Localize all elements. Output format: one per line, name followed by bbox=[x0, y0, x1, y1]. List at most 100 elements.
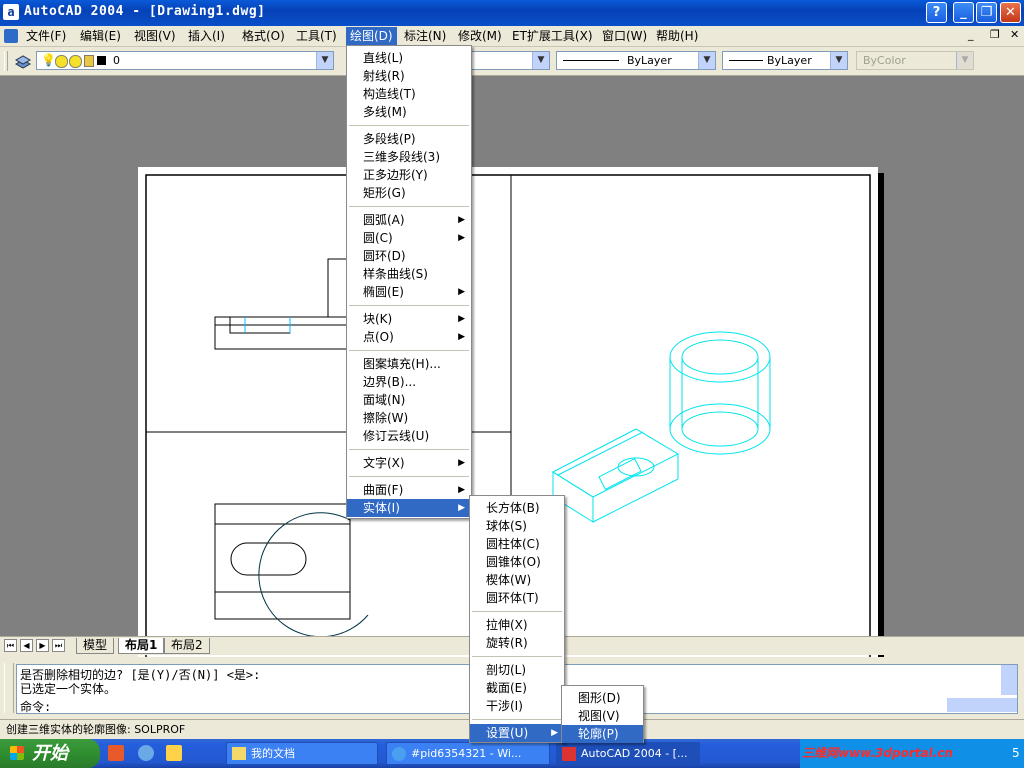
minimize-button[interactable]: _ bbox=[953, 2, 974, 23]
menu-item-label: 截面(E) bbox=[486, 681, 527, 695]
mdi-close-button[interactable]: ✕ bbox=[1010, 28, 1019, 41]
next-tab-button[interactable]: ▶ bbox=[36, 639, 49, 652]
close-button[interactable]: ✕ bbox=[1000, 2, 1021, 23]
start-button[interactable]: 开始 bbox=[0, 739, 100, 768]
chevron-down-icon[interactable]: ▼ bbox=[316, 52, 333, 69]
command-grip[interactable] bbox=[4, 663, 14, 713]
tab-layout1[interactable]: 布局1 bbox=[118, 638, 165, 654]
menu-3[interactable]: 插入(I) bbox=[184, 27, 229, 45]
draw-menu-item[interactable]: 三维多段线(3) bbox=[347, 148, 471, 166]
chevron-down-icon[interactable]: ▼ bbox=[532, 52, 549, 69]
quicklaunch-icon[interactable] bbox=[108, 745, 124, 761]
solids-menu-item[interactable]: 圆环体(T) bbox=[470, 589, 564, 607]
menu-0[interactable]: 文件(F) bbox=[22, 27, 70, 45]
document-icon[interactable] bbox=[4, 29, 18, 43]
menu-item-label: 轮廓(P) bbox=[578, 727, 619, 741]
draw-menu-item[interactable]: 面域(N) bbox=[347, 391, 471, 409]
solids-menu-item[interactable]: 圆锥体(O) bbox=[470, 553, 564, 571]
draw-menu-item[interactable]: 正多边形(Y) bbox=[347, 166, 471, 184]
draw-menu-item[interactable]: 多线(M) bbox=[347, 103, 471, 121]
taskbar-item-browser[interactable]: #pid6354321 - Wi... bbox=[386, 742, 550, 765]
color-combo[interactable]: ▼ bbox=[470, 51, 550, 70]
quicklaunch-icon[interactable] bbox=[166, 745, 182, 761]
solids-menu-item[interactable]: 截面(E) bbox=[470, 679, 564, 697]
taskbar-item-autocad[interactable]: AutoCAD 2004 - [... bbox=[556, 742, 700, 765]
solids-menu-item[interactable]: 圆柱体(C) bbox=[470, 535, 564, 553]
command-hscrollbar[interactable] bbox=[947, 698, 1017, 712]
draw-menu-item[interactable]: 擦除(W) bbox=[347, 409, 471, 427]
solids-menu-item[interactable]: 干涉(I) bbox=[470, 697, 564, 715]
linetype-combo[interactable]: ByLayer ▼ bbox=[556, 51, 716, 70]
draw-menu-item[interactable]: 点(O) ▶ bbox=[347, 328, 471, 346]
draw-menu-item[interactable]: 直线(L) bbox=[347, 49, 471, 67]
chevron-down-icon[interactable]: ▼ bbox=[698, 52, 715, 69]
draw-menu-item[interactable]: 圆弧(A) ▶ bbox=[347, 211, 471, 229]
solids-menu-item[interactable]: 楔体(W) bbox=[470, 571, 564, 589]
draw-menu-item[interactable]: 文字(X) ▶ bbox=[347, 454, 471, 472]
setup-menu-item[interactable]: 图形(D) bbox=[562, 689, 643, 707]
linetype-value: ByLayer bbox=[627, 54, 672, 67]
prev-tab-button[interactable]: ◀ bbox=[20, 639, 33, 652]
toolbar-grip[interactable] bbox=[4, 51, 8, 71]
menu-2[interactable]: 视图(V) bbox=[130, 27, 180, 45]
last-tab-button[interactable]: ⏭ bbox=[52, 639, 65, 652]
menu-9[interactable]: ET扩展工具(X) bbox=[508, 27, 597, 45]
draw-menu-item[interactable]: 圆环(D) bbox=[347, 247, 471, 265]
menu-item-label: 干涉(I) bbox=[486, 699, 523, 713]
draw-menu-item[interactable]: 圆(C) ▶ bbox=[347, 229, 471, 247]
setup-menu-item[interactable]: 视图(V) bbox=[562, 707, 643, 725]
autocad-app-icon[interactable]: a bbox=[3, 4, 19, 20]
clock[interactable]: 5 bbox=[1012, 739, 1020, 768]
menu-1[interactable]: 编辑(E) bbox=[76, 27, 125, 45]
draw-menu-item[interactable]: 样条曲线(S) bbox=[347, 265, 471, 283]
mdi-restore-button[interactable]: ❐ bbox=[990, 28, 1000, 41]
draw-menu-item[interactable]: 块(K) ▶ bbox=[347, 310, 471, 328]
menu-5[interactable]: 工具(T) bbox=[292, 27, 341, 45]
draw-menu-item[interactable]: 构造线(T) bbox=[347, 85, 471, 103]
help-button[interactable]: ? bbox=[926, 2, 947, 23]
taskbar-item-label: AutoCAD 2004 - [... bbox=[581, 747, 688, 760]
menu-item-label: 多段线(P) bbox=[363, 132, 416, 146]
mdi-minimize-button[interactable]: _ bbox=[968, 28, 974, 41]
menu-item-label: 直线(L) bbox=[363, 51, 404, 65]
draw-menu-item[interactable]: 修订云线(U) bbox=[347, 427, 471, 445]
menu-item-label: 圆弧(A) bbox=[363, 213, 405, 227]
restore-button[interactable]: ❐ bbox=[976, 2, 997, 23]
taskbar-item-my-documents[interactable]: 我的文档 bbox=[226, 742, 378, 765]
layer-combo[interactable]: 💡 0 ▼ bbox=[36, 51, 334, 70]
tab-layout2[interactable]: 布局2 bbox=[164, 638, 210, 654]
solids-menu-item[interactable]: 长方体(B) bbox=[470, 499, 564, 517]
chevron-down-icon[interactable]: ▼ bbox=[830, 52, 847, 69]
menu-item-label: 文字(X) bbox=[363, 456, 405, 470]
solids-menu-item[interactable]: 旋转(R) bbox=[470, 634, 564, 652]
tab-model[interactable]: 模型 bbox=[76, 638, 115, 654]
draw-menu-item[interactable]: 矩形(G) bbox=[347, 184, 471, 202]
draw-menu-item[interactable]: 曲面(F) ▶ bbox=[347, 481, 471, 499]
menu-4[interactable]: 格式(O) bbox=[238, 27, 289, 45]
layer-manager-icon[interactable] bbox=[14, 52, 32, 70]
draw-menu-item[interactable]: 多段线(P) bbox=[347, 130, 471, 148]
draw-menu-item[interactable]: 图案填充(H)... bbox=[347, 355, 471, 373]
setup-menu-item[interactable]: 轮廓(P) bbox=[562, 725, 643, 743]
menu-item-label: 圆环(D) bbox=[363, 249, 406, 263]
lineweight-combo[interactable]: ByLayer ▼ bbox=[722, 51, 848, 70]
solids-menu-item[interactable]: 剖切(L) bbox=[470, 661, 564, 679]
draw-menu-item[interactable]: 椭圆(E) ▶ bbox=[347, 283, 471, 301]
solids-menu-item[interactable]: 设置(U) ▶ bbox=[470, 724, 564, 742]
draw-menu-item[interactable]: 射线(R) bbox=[347, 67, 471, 85]
menu-11[interactable]: 帮助(H) bbox=[652, 27, 702, 45]
draw-menu-item[interactable]: 实体(I) ▶ bbox=[347, 499, 471, 517]
solids-menu-item[interactable]: 球体(S) bbox=[470, 517, 564, 535]
command-scrollbar[interactable] bbox=[1001, 665, 1017, 695]
ie-icon bbox=[392, 747, 406, 761]
menu-7[interactable]: 标注(N) bbox=[400, 27, 450, 45]
first-tab-button[interactable]: ⏮ bbox=[4, 639, 17, 652]
draw-menu-item[interactable]: 边界(B)... bbox=[347, 373, 471, 391]
ie-icon[interactable] bbox=[138, 745, 154, 761]
solids-menu-item[interactable]: 拉伸(X) bbox=[470, 616, 564, 634]
menu-6[interactable]: 绘图(D) bbox=[346, 27, 397, 45]
menu-8[interactable]: 修改(M) bbox=[454, 27, 506, 45]
menu-item-label: 圆(C) bbox=[363, 231, 393, 245]
menu-10[interactable]: 窗口(W) bbox=[598, 27, 651, 45]
menu-separator bbox=[349, 350, 469, 351]
